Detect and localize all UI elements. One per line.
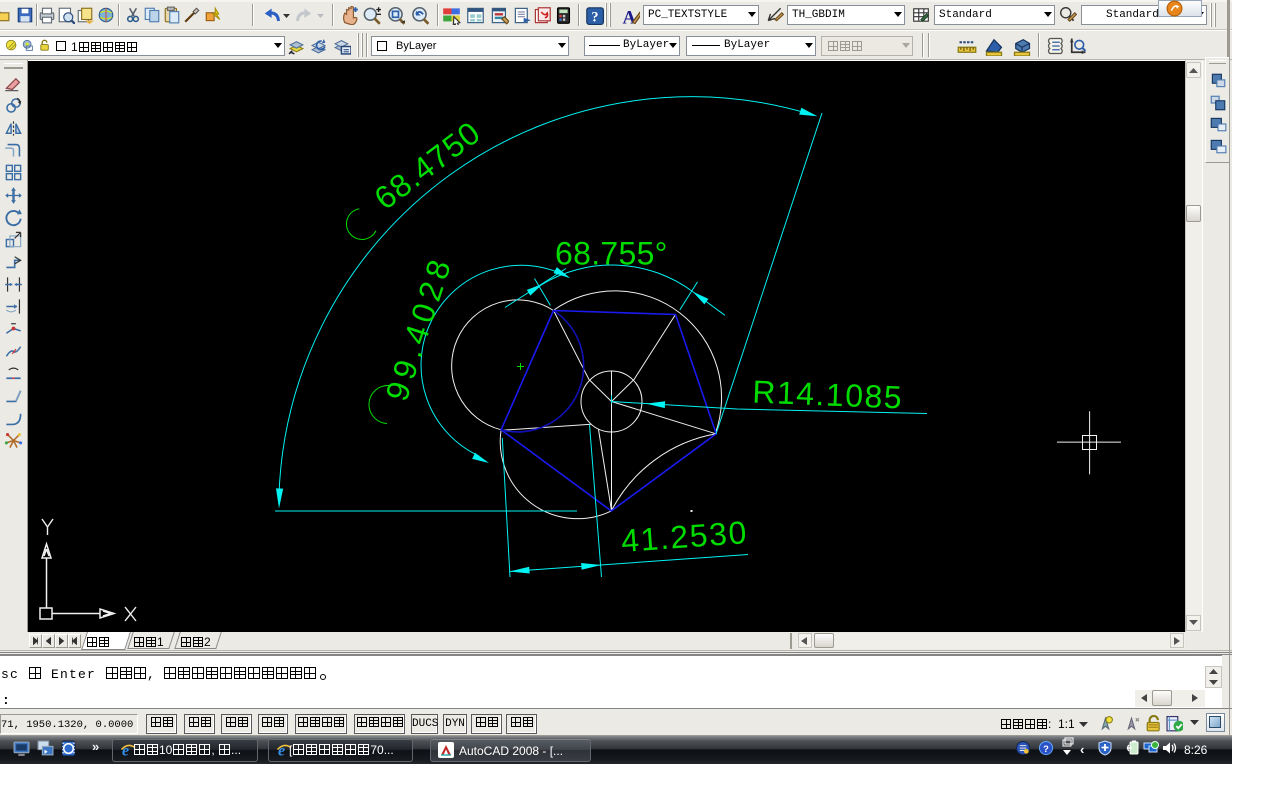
svg-text:?: ? bbox=[1043, 744, 1049, 754]
svg-text:R14.1085: R14.1085 bbox=[752, 374, 904, 416]
svg-text:68.755°: 68.755° bbox=[555, 236, 668, 272]
